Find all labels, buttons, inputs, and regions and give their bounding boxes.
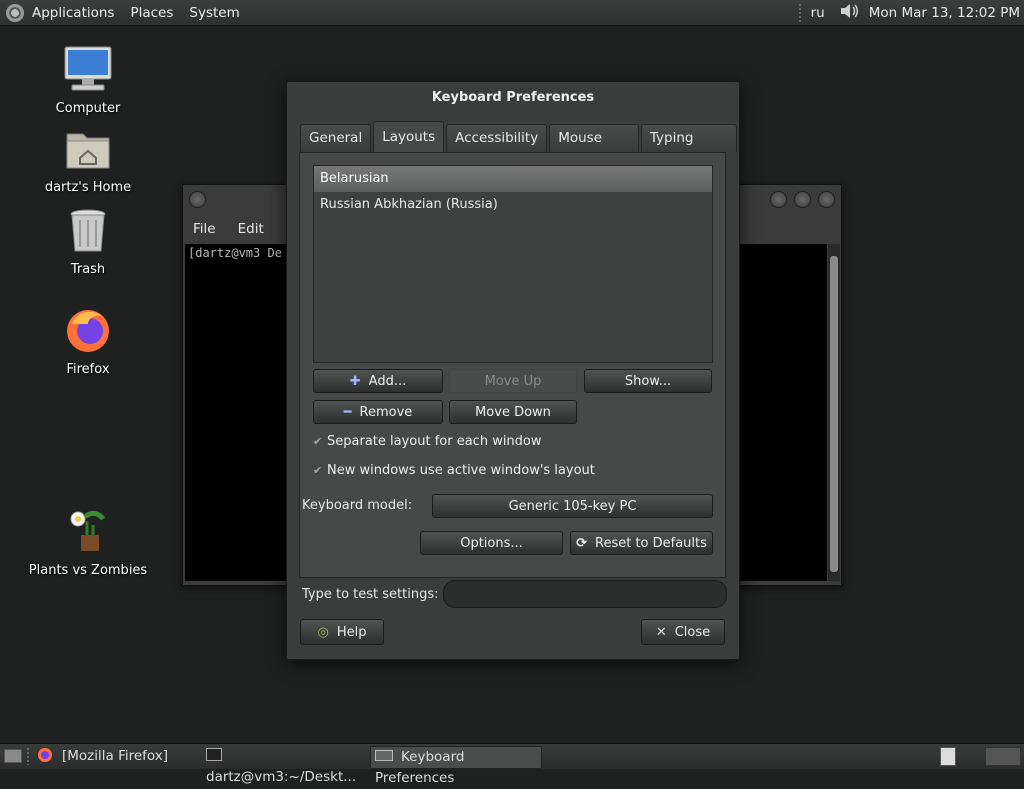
tab-typing-break[interactable]: Typing Break <box>640 124 737 173</box>
scrollbar-thumb[interactable] <box>830 256 838 572</box>
home-folder-icon <box>66 133 110 169</box>
tab-accessibility[interactable]: Accessibility <box>446 124 548 152</box>
desktop-icon-label: Trash <box>70 262 106 277</box>
add-button-label: Add... <box>368 374 407 389</box>
panel-separator <box>798 3 801 22</box>
keyboard-icon <box>375 750 393 761</box>
terminal-scrollbar[interactable] <box>828 244 840 581</box>
layouts-panel: Belarusian Russian Abkhazian (Russia) ✚ A… <box>299 152 726 578</box>
layouts-list[interactable]: Belarusian Russian Abkhazian (Russia) <box>313 165 713 363</box>
tab-layouts[interactable]: Layouts <box>373 121 445 152</box>
places-menu[interactable]: Places <box>122 5 181 21</box>
taskbar-item-firefox[interactable]: [Mozilla Firefox] <box>34 746 200 767</box>
keyboard-indicator[interactable]: ru <box>811 5 825 21</box>
taskbar-item-terminal[interactable]: dartz@vm3:~/Deskt... <box>202 746 370 785</box>
desktop-icon-label: Plants vs Zombies <box>28 563 148 578</box>
system-menu[interactable]: System <box>181 5 247 21</box>
bottom-panel: [Mozilla Firefox] dartz@vm3:~/Deskt... K… <box>0 743 1024 786</box>
options-button[interactable]: Options... <box>420 531 563 555</box>
applications-menu[interactable]: Applications <box>24 5 122 21</box>
show-desktop-icon[interactable] <box>4 749 22 763</box>
test-settings-label: Type to test settings: <box>302 587 439 602</box>
workspace-switcher-icon[interactable] <box>985 747 1021 766</box>
keyboard-model-label: Keyboard model: <box>302 498 413 513</box>
list-item[interactable]: Belarusian <box>314 166 712 192</box>
volume-icon[interactable] <box>839 1 861 25</box>
gnome-foot-icon[interactable] <box>6 3 24 22</box>
desktop-icon-label: Firefox <box>66 362 110 377</box>
clock[interactable]: Mon Mar 13, 12:02 PM <box>869 5 1020 21</box>
desktop-icon-plants-vs-zombies[interactable]: Plants vs Zombies <box>28 505 148 578</box>
workspace-switcher-icon[interactable] <box>940 747 956 766</box>
help-button[interactable]: ◎ Help <box>300 619 384 645</box>
help-icon: ◎ <box>317 625 329 640</box>
move-up-button[interactable]: Move Up <box>449 369 577 393</box>
terminal-prompt: [dartz@vm3 De <box>188 246 282 260</box>
computer-icon <box>64 46 112 91</box>
desktop-icon-trash[interactable]: Trash <box>28 208 148 277</box>
desktop-icon-label: dartz's Home <box>44 180 132 195</box>
checkbox-label: New windows use active window's layout <box>327 463 595 478</box>
taskbar-item-keyboard-preferences[interactable]: Keyboard Preferences <box>370 746 542 786</box>
desktop-icon-firefox[interactable]: Firefox <box>28 306 148 377</box>
terminal-icon <box>206 748 222 761</box>
tab-bar: General Layouts Accessibility Mouse Keys… <box>300 121 739 173</box>
panel-separator <box>27 748 29 765</box>
move-down-button[interactable]: Move Down <box>449 400 577 424</box>
plants-vs-zombies-icon <box>70 510 106 551</box>
maximize-button[interactable] <box>794 191 811 208</box>
show-button[interactable]: Show... <box>584 369 712 393</box>
list-item[interactable]: Russian Abkhazian (Russia) <box>314 192 712 218</box>
terminal-menu-edit[interactable]: Edit <box>238 221 264 237</box>
taskbar-item-label: [Mozilla Firefox] <box>62 748 169 764</box>
test-settings-input[interactable] <box>443 580 727 608</box>
close-button[interactable]: ✕ Close <box>641 619 725 645</box>
keyboard-preferences-dialog: Keyboard Preferences General Layouts Acc… <box>286 81 740 660</box>
checkbox-label: Separate layout for each window <box>327 434 542 449</box>
desktop-icon-home[interactable]: dartz's Home <box>28 128 148 195</box>
close-icon: ✕ <box>655 625 667 640</box>
separate-layout-checkbox[interactable]: ✔ Separate layout for each window <box>313 434 542 449</box>
desktop-icon-label: Computer <box>55 101 121 116</box>
panel-tray: ru Mon Mar 13, 12:02 PM <box>798 0 1024 25</box>
new-windows-layout-checkbox[interactable]: ✔ New windows use active window's layout <box>313 463 595 478</box>
tab-mouse-keys[interactable]: Mouse Keys <box>549 124 639 173</box>
refresh-icon: ⟳ <box>576 536 587 551</box>
checkmark-icon: ✔ <box>313 464 323 477</box>
checkmark-icon: ✔ <box>313 435 323 448</box>
plus-icon: ✚ <box>349 374 361 389</box>
terminal-menu-file[interactable]: File <box>193 221 216 237</box>
reset-defaults-button[interactable]: ⟳ Reset to Defaults <box>570 531 713 555</box>
tab-general[interactable]: General <box>300 124 372 152</box>
trash-icon <box>70 209 106 252</box>
taskbar-item-label: dartz@vm3:~/Deskt... <box>206 769 357 785</box>
firefox-icon <box>38 748 52 762</box>
reset-button-label: Reset to Defaults <box>595 536 707 551</box>
window-menu-button[interactable] <box>189 191 206 208</box>
close-button-label: Close <box>674 625 711 640</box>
remove-button-label: Remove <box>359 405 413 420</box>
minus-icon: ━ <box>343 405 352 420</box>
desktop-icon-computer[interactable]: Computer <box>28 45 148 116</box>
keyboard-model-button[interactable]: Generic 105-key PC <box>432 494 713 518</box>
top-panel: Applications Places System ru Mon Mar 13… <box>0 0 1024 26</box>
minimize-button[interactable] <box>770 191 787 208</box>
help-button-label: Help <box>336 625 367 640</box>
dialog-title: Keyboard Preferences <box>431 90 595 105</box>
add-button[interactable]: ✚ Add... <box>313 369 443 393</box>
close-window-button[interactable] <box>818 191 835 208</box>
firefox-icon <box>67 310 109 352</box>
remove-button[interactable]: ━ Remove <box>313 400 443 424</box>
